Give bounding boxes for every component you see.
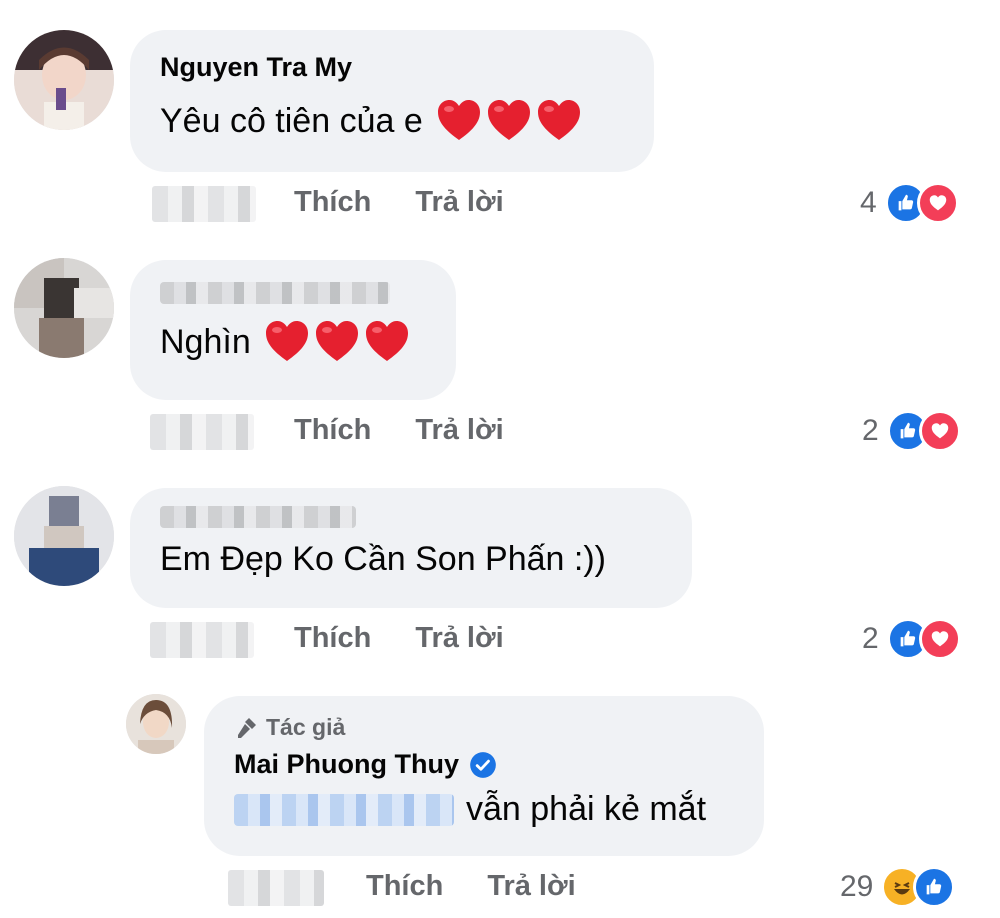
comment-text-row: Nghìn (160, 318, 426, 366)
avatar[interactable] (14, 258, 114, 358)
comment-bubble: Em Đẹp Ko Cần Son Phấn :)) (130, 488, 692, 608)
heart-emoji-icon (363, 318, 411, 366)
comment-text-row: Em Đẹp Ko Cần Son Phấn :)) (160, 540, 662, 579)
reaction-count: 2 (862, 414, 879, 447)
reply-link[interactable]: Trả lời (415, 186, 503, 219)
heart-emoji-icon (485, 97, 533, 145)
avatar[interactable] (126, 694, 186, 754)
reaction-summary[interactable]: 2 (862, 410, 961, 452)
comment-text: Em Đẹp Ko Cần Son Phấn :)) (160, 540, 607, 578)
comment-actions: Thích Trả lời (294, 186, 504, 219)
comment-bubble: Nguyen Tra My Yêu cô tiên của e (130, 30, 654, 172)
reply-timestamp[interactable] (228, 870, 324, 906)
comment-author[interactable]: Nguyen Tra My (160, 52, 624, 83)
reply-author-row: Mai Phuong Thuy (234, 749, 734, 780)
reaction-summary[interactable]: 29 (840, 866, 956, 908)
like-reaction-icon (913, 866, 956, 908)
comment-text-row: Yêu cô tiên của e (160, 97, 624, 145)
comment-timestamp[interactable] (150, 622, 254, 658)
author-badge-label: Tác giả (266, 714, 346, 740)
comment-text: Nghìn (160, 322, 251, 361)
reaction-count: 29 (840, 870, 874, 903)
comment-actions: Thích Trả lời (294, 622, 504, 655)
comment-author[interactable] (160, 506, 662, 528)
reply-text: vẫn phải kẻ mắt (466, 790, 707, 828)
comment-bubble: Nghìn (130, 260, 456, 400)
like-link[interactable]: Thích (294, 414, 371, 447)
blurred-mention (234, 793, 454, 826)
comment-actions: Thích Trả lời (294, 414, 504, 447)
like-link[interactable]: Thích (366, 870, 443, 903)
reaction-count: 4 (860, 186, 877, 219)
heart-emoji-icon (435, 97, 483, 145)
like-link[interactable]: Thích (294, 622, 371, 655)
verified-icon (470, 751, 496, 778)
comment-text: Yêu cô tiên của e (160, 101, 423, 140)
heart-emojis (263, 318, 411, 366)
avatar[interactable] (14, 486, 114, 586)
reaction-summary[interactable]: 2 (862, 618, 961, 660)
author-mic-icon (238, 717, 256, 738)
avatar[interactable] (14, 30, 114, 130)
reply-author[interactable]: Mai Phuong Thuy (234, 749, 459, 780)
reply-link[interactable]: Trả lời (487, 870, 575, 903)
reaction-summary[interactable]: 4 (860, 182, 959, 224)
blurred-author-name (160, 282, 390, 304)
like-link[interactable]: Thích (294, 186, 371, 219)
blurred-author-name (160, 506, 356, 528)
comment-timestamp[interactable] (152, 186, 256, 222)
love-reaction-icon (918, 618, 961, 660)
heart-emoji-icon (263, 318, 311, 366)
reply-text-row: vẫn phải kẻ mắt (234, 790, 734, 829)
love-reaction-icon (916, 182, 959, 224)
reaction-count: 2 (862, 622, 879, 655)
reply-link[interactable]: Trả lời (415, 414, 503, 447)
heart-emoji-icon (313, 318, 361, 366)
comment-author[interactable] (160, 282, 426, 304)
love-reaction-icon (918, 410, 961, 452)
heart-emojis (435, 97, 583, 145)
reply-bubble: Tác giả Mai Phuong Thuy vẫn phải kẻ mắt (204, 696, 764, 856)
reply-link[interactable]: Trả lời (415, 622, 503, 655)
author-badge: Tác giả (234, 714, 734, 741)
heart-emoji-icon (535, 97, 583, 145)
comment-timestamp[interactable] (150, 414, 254, 450)
reply-actions: Thích Trả lời (366, 870, 576, 903)
